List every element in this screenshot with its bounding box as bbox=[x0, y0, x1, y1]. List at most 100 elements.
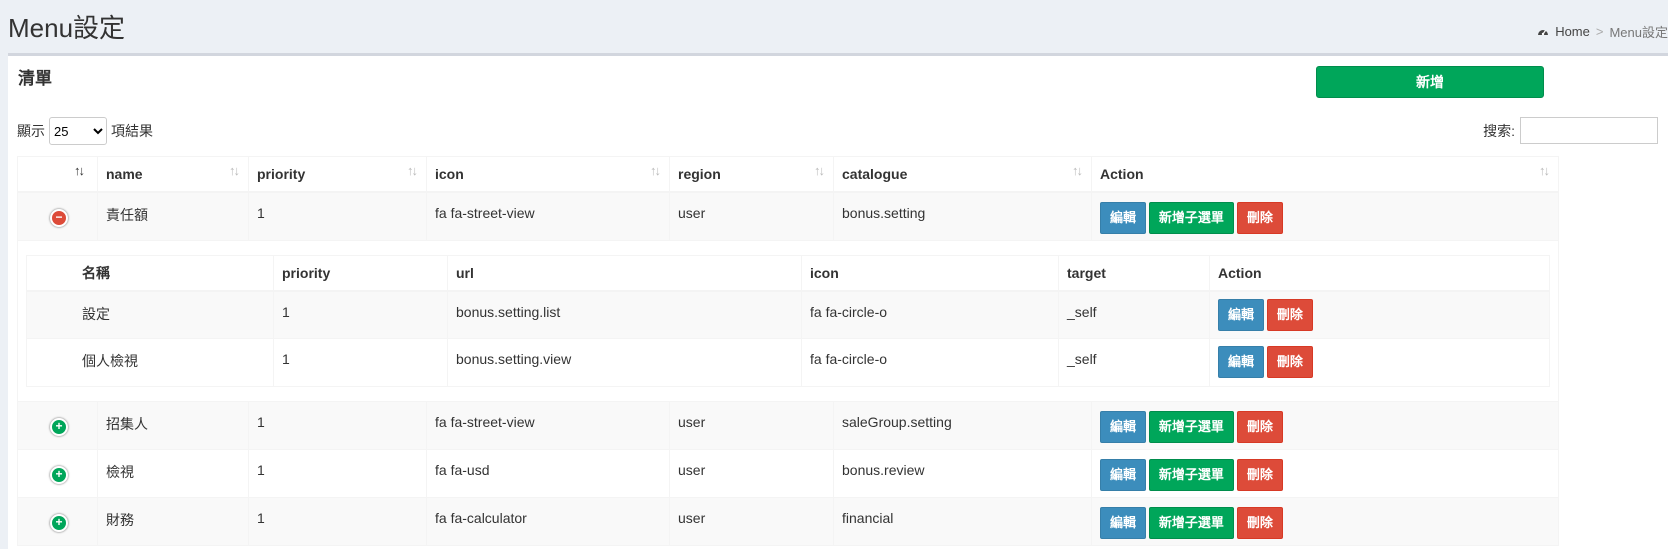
child-row: 個人檢視 1 bonus.setting.view fa fa-circle-o… bbox=[26, 338, 1550, 387]
delete-button[interactable]: 刪除 bbox=[1236, 507, 1283, 539]
table-header-row: ↑↓ name ↑↓ priority ↑↓ icon ↑↓ region ↑↓ cat… bbox=[17, 156, 1559, 193]
child-row: 設定 1 bonus.setting.list fa fa-circle-o _… bbox=[26, 290, 1550, 339]
column-header-icon[interactable]: icon ↑↓ bbox=[426, 156, 670, 193]
cell-catalogue: financial bbox=[833, 497, 1092, 546]
sort-icon: ↑↓ bbox=[1539, 163, 1550, 178]
cell-region: user bbox=[669, 191, 834, 241]
search-input[interactable] bbox=[1520, 117, 1658, 144]
sort-icon: ↑↓ bbox=[229, 163, 240, 178]
expand-icon[interactable]: + bbox=[50, 514, 68, 532]
cell-catalogue: saleGroup.setting bbox=[833, 401, 1092, 450]
edit-button[interactable]: 編輯 bbox=[1100, 411, 1147, 443]
delete-button[interactable]: 刪除 bbox=[1266, 346, 1313, 378]
edit-button[interactable]: 編輯 bbox=[1218, 298, 1265, 331]
row-toggle-cell: − bbox=[17, 191, 98, 241]
add-button[interactable]: 新增 bbox=[1316, 66, 1544, 98]
cell-priority: 1 bbox=[248, 191, 427, 241]
cell-icon: fa fa-street-view bbox=[426, 191, 670, 241]
sort-icon: ↑↓ bbox=[407, 163, 418, 178]
child-cell-name: 個人檢視 bbox=[26, 338, 274, 387]
edit-button[interactable]: 編輯 bbox=[1100, 459, 1147, 491]
edit-button[interactable]: 編輯 bbox=[1100, 507, 1147, 539]
cell-catalogue: bonus.review bbox=[833, 449, 1092, 498]
child-column-priority: priority bbox=[273, 254, 448, 292]
child-cell-url: bonus.setting.view bbox=[447, 338, 802, 387]
page-length-select[interactable]: 25 bbox=[49, 117, 107, 145]
child-column-name: 名稱 bbox=[26, 254, 274, 292]
add-child-button[interactable]: 新增子選單 bbox=[1148, 202, 1234, 234]
table-row: − 責任額 1 fa fa-street-view user bonus.set… bbox=[17, 191, 1559, 241]
delete-button[interactable]: 刪除 bbox=[1236, 459, 1283, 491]
cell-icon: fa fa-street-view bbox=[426, 401, 670, 450]
box-title: 清單 bbox=[18, 69, 52, 88]
row-toggle-cell: + bbox=[17, 401, 98, 450]
child-cell-target: _self bbox=[1058, 290, 1210, 339]
child-header-row: 名稱 priority url icon target Action bbox=[26, 254, 1550, 292]
child-column-action: Action bbox=[1209, 254, 1550, 292]
child-cell-action: 編輯 刪除 bbox=[1209, 290, 1550, 339]
cell-icon: fa fa-usd bbox=[426, 449, 670, 498]
column-header-region[interactable]: region ↑↓ bbox=[669, 156, 834, 193]
expand-icon[interactable]: + bbox=[50, 418, 68, 436]
child-cell-priority: 1 bbox=[273, 338, 448, 387]
add-child-button[interactable]: 新增子選單 bbox=[1148, 459, 1234, 491]
cell-name: 招集人 bbox=[97, 401, 249, 450]
sort-asc-icon: ↑↓ bbox=[74, 163, 85, 178]
child-column-url: url bbox=[447, 254, 802, 292]
cell-priority: 1 bbox=[248, 449, 427, 498]
length-suffix: 項結果 bbox=[111, 123, 153, 139]
child-detail-cell: 名稱 priority url icon target Action 設定 1 … bbox=[17, 239, 1559, 402]
page-title: Menu設定 bbox=[8, 13, 126, 43]
child-cell-name: 設定 bbox=[26, 290, 274, 339]
breadcrumb-separator: > bbox=[1595, 24, 1604, 39]
table-row: + 檢視 1 fa fa-usd user bonus.review 編輯 新增… bbox=[17, 449, 1559, 498]
child-cell-target: _self bbox=[1058, 338, 1210, 387]
add-child-button[interactable]: 新增子選單 bbox=[1148, 507, 1234, 539]
cell-action: 編輯 新增子選單 刪除 bbox=[1091, 497, 1559, 546]
cell-action: 編輯 新增子選單 刪除 bbox=[1091, 449, 1559, 498]
collapse-icon[interactable]: − bbox=[50, 209, 68, 227]
breadcrumb-current: Menu設定 bbox=[1609, 25, 1668, 40]
edit-button[interactable]: 編輯 bbox=[1100, 202, 1147, 234]
column-header-action[interactable]: Action ↑↓ bbox=[1091, 156, 1559, 193]
expand-icon[interactable]: + bbox=[50, 466, 68, 484]
delete-button[interactable]: 刪除 bbox=[1236, 411, 1283, 443]
child-column-target: target bbox=[1058, 254, 1210, 292]
column-header-name[interactable]: name ↑↓ bbox=[97, 156, 249, 193]
child-cell-icon: fa fa-circle-o bbox=[801, 290, 1059, 339]
cell-icon: fa fa-calculator bbox=[426, 497, 670, 546]
page-length-control: 顯示 25 項結果 bbox=[17, 117, 153, 145]
row-toggle-cell: + bbox=[17, 497, 98, 546]
search-label: 搜索: bbox=[1483, 122, 1515, 139]
cell-name: 檢視 bbox=[97, 449, 249, 498]
column-header-catalogue[interactable]: catalogue ↑↓ bbox=[833, 156, 1092, 193]
edit-button[interactable]: 編輯 bbox=[1218, 346, 1265, 378]
child-cell-action: 編輯 刪除 bbox=[1209, 338, 1550, 387]
cell-action: 編輯 新增子選單 刪除 bbox=[1091, 401, 1559, 450]
delete-button[interactable]: 刪除 bbox=[1236, 202, 1283, 234]
cell-name: 責任額 bbox=[97, 191, 249, 241]
delete-button[interactable]: 刪除 bbox=[1266, 298, 1313, 331]
page-header: Menu設定 Home > Menu設定 bbox=[0, 0, 1668, 56]
column-header-priority[interactable]: priority ↑↓ bbox=[248, 156, 427, 193]
table-row: + 招集人 1 fa fa-street-view user saleGroup… bbox=[17, 401, 1559, 450]
breadcrumb-home[interactable]: Home bbox=[1555, 24, 1590, 39]
cell-catalogue: bonus.setting bbox=[833, 191, 1092, 241]
menu-table: ↑↓ name ↑↓ priority ↑↓ icon ↑↓ region ↑↓ cat… bbox=[17, 156, 1559, 546]
child-column-icon: icon bbox=[801, 254, 1059, 292]
child-cell-url: bonus.setting.list bbox=[447, 290, 802, 339]
cell-region: user bbox=[669, 449, 834, 498]
child-cell-priority: 1 bbox=[273, 290, 448, 339]
cell-action: 編輯 新增子選單 刪除 bbox=[1091, 191, 1559, 241]
length-prefix: 顯示 bbox=[17, 123, 45, 139]
cell-priority: 1 bbox=[248, 401, 427, 450]
cell-region: user bbox=[669, 401, 834, 450]
list-box: 清單 新增 顯示 25 項結果 搜索: ↑↓ name ↑↓ priority ↑↓… bbox=[8, 53, 1668, 549]
child-cell-icon: fa fa-circle-o bbox=[801, 338, 1059, 387]
sort-icon: ↑↓ bbox=[650, 163, 661, 178]
add-child-button[interactable]: 新增子選單 bbox=[1148, 411, 1234, 443]
cell-region: user bbox=[669, 497, 834, 546]
column-header-toggle[interactable]: ↑↓ bbox=[17, 156, 98, 193]
breadcrumb: Home > Menu設定 bbox=[1537, 22, 1668, 41]
search-control: 搜索: bbox=[1483, 117, 1658, 144]
